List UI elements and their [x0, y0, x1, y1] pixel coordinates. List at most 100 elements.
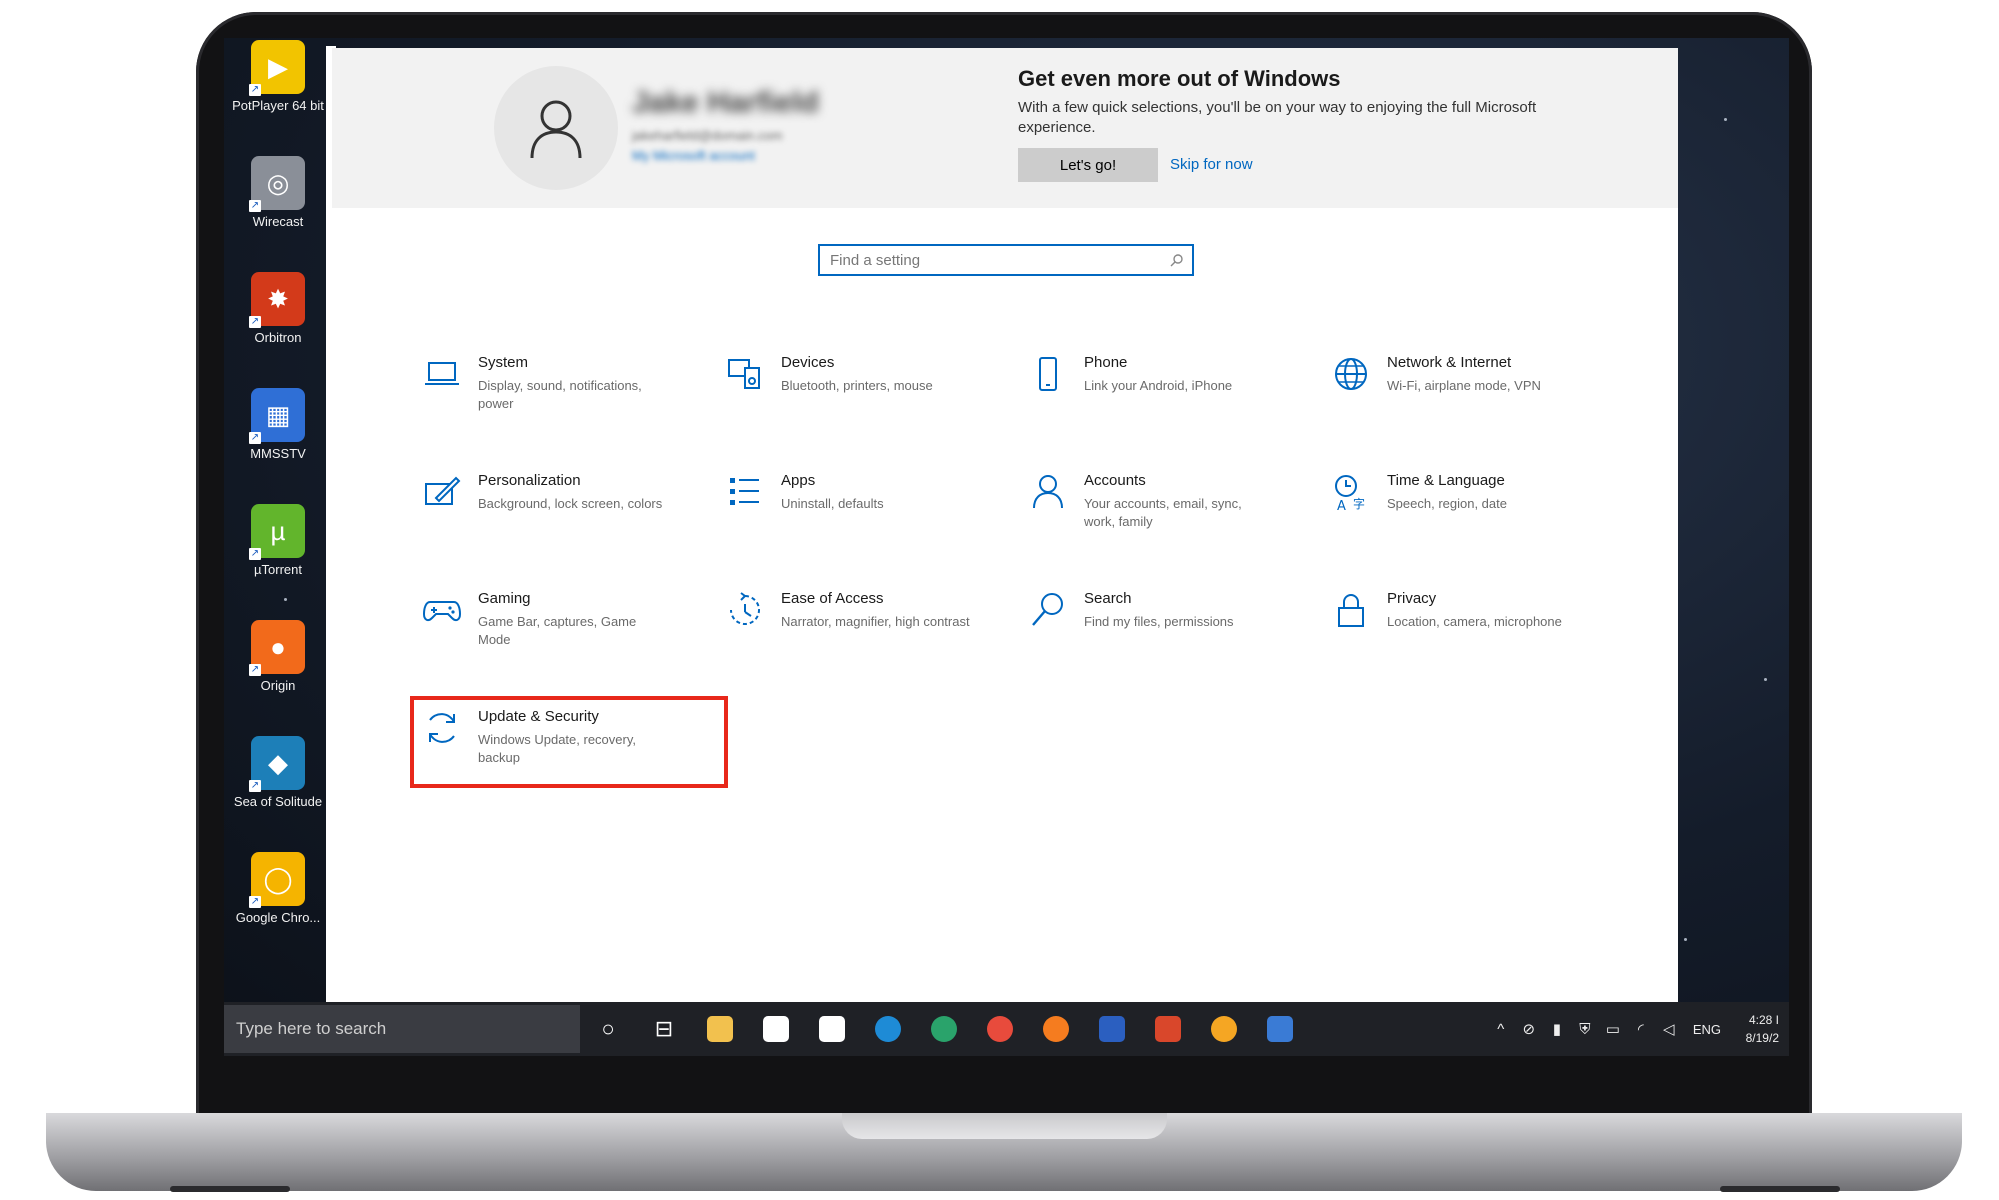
avatar[interactable]	[494, 66, 618, 190]
desktop-icon[interactable]: µ ↗ µTorrent	[228, 504, 328, 578]
desktop-icon[interactable]: ◆ ↗ Sea of Solitude	[228, 736, 328, 810]
search-input[interactable]	[828, 246, 1168, 274]
tile-description: Background, lock screen, colors	[478, 496, 663, 511]
edge-icon[interactable]	[860, 1005, 916, 1053]
wifi-icon[interactable]: ◜	[1627, 1020, 1655, 1038]
globe-icon	[1331, 354, 1371, 394]
desktop-icon[interactable]: ◎ ↗ Wirecast	[228, 156, 328, 230]
tile-description: Speech, region, date	[1387, 496, 1507, 511]
desktop-icon-label: Sea of Solitude	[233, 794, 323, 809]
update-security-highlight	[410, 696, 728, 788]
magnifier-icon	[1028, 590, 1068, 630]
search-icon[interactable]	[1168, 251, 1186, 269]
desktop-screen: ▶ ↗ PotPlayer 64 bit ◎ ↗ Wirecast ✸ ↗ Orbitron ▦ ↗…	[224, 38, 1789, 1056]
settings-tile-accounts[interactable]: Accounts Your accounts, email, sync, work…	[1028, 470, 1328, 560]
desktop-icon[interactable]: ▦ ↗ MMSSTV	[228, 388, 328, 462]
tile-description: Uninstall, defaults	[781, 496, 884, 511]
desktop-icon[interactable]: ▶ ↗ PotPlayer 64 bit	[228, 40, 328, 114]
laptop-foot	[170, 1186, 290, 1192]
settings-tile-privacy[interactable]: Privacy Location, camera, microphone	[1331, 588, 1631, 678]
star	[1764, 678, 1767, 681]
star	[1724, 118, 1727, 121]
person-icon	[530, 100, 582, 159]
settings-tile-search[interactable]: Search Find my files, permissions	[1028, 588, 1328, 678]
settings-tile-gaming[interactable]: Gaming Game Bar, captures, Game Mode	[422, 588, 722, 678]
settings-tile-system[interactable]: System Display, sound, notifications, pow…	[422, 352, 722, 442]
desktop-icon[interactable]: ◯ ↗ Google Chro...	[228, 852, 328, 926]
desktop-icon[interactable]: ● ↗ Origin	[228, 620, 328, 694]
tile-title: Search	[1084, 590, 1132, 607]
gamepad-icon	[422, 590, 462, 630]
person-icon	[1028, 472, 1068, 512]
shortcut-arrow-icon: ↗	[249, 780, 261, 792]
lets-go-button[interactable]: Let's go!	[1018, 148, 1158, 182]
word-icon[interactable]	[1084, 1005, 1140, 1053]
shortcut-arrow-icon: ↗	[249, 84, 261, 96]
taskbar: Type here to search ○ ⊟ ^ ⊘ ▮ ⛨ ▭ ◜ ◁ EN…	[224, 1002, 1789, 1056]
canary-icon[interactable]	[1196, 1005, 1252, 1053]
file-explorer-icon[interactable]	[692, 1005, 748, 1053]
desktop-icon-label: PotPlayer 64 bit	[232, 98, 324, 113]
settings-tile-apps[interactable]: Apps Uninstall, defaults	[725, 470, 1025, 560]
app-icon: ◆ ↗	[249, 736, 305, 792]
clock-time: 4:28 I	[1748, 1013, 1779, 1027]
edge-beta-icon[interactable]	[916, 1005, 972, 1053]
firefox-icon[interactable]	[1028, 1005, 1084, 1053]
store-icon[interactable]	[748, 1005, 804, 1053]
app-icon: µ ↗	[249, 504, 305, 560]
desktop-icon-label: Orbitron	[254, 330, 302, 345]
settings-window: Jake Harfield jakeharfield@domain.com My…	[332, 48, 1678, 1002]
account-name: Jake Harfield	[632, 86, 819, 119]
desktop-icon-label: µTorrent	[254, 562, 302, 577]
settings-tile-ease-of-access[interactable]: Ease of Access Narrator, magnifier, high …	[725, 588, 1025, 678]
settings-tile-network-internet[interactable]: Network & Internet Wi-Fi, airplane mode, …	[1331, 352, 1631, 442]
task-view-icon[interactable]: ⊟	[636, 1005, 692, 1053]
app-icon: ✸ ↗	[249, 272, 305, 328]
devices-icon	[725, 354, 765, 394]
tile-description: Game Bar, captures, Game Mode	[478, 614, 637, 647]
language-indicator[interactable]: ENG	[1693, 1022, 1721, 1037]
ease-of-access-icon	[725, 590, 765, 630]
account-link[interactable]: My Microsoft account	[632, 148, 755, 163]
laptop-notch	[842, 1113, 1167, 1139]
chrome-icon[interactable]	[972, 1005, 1028, 1053]
time-language-icon: A字	[1331, 472, 1371, 514]
microphone-icon[interactable]: ▮	[1543, 1020, 1571, 1038]
mail-icon[interactable]	[804, 1005, 860, 1053]
shortcut-arrow-icon: ↗	[249, 200, 261, 212]
phone-icon	[1028, 354, 1068, 394]
star	[284, 598, 287, 601]
settings-tile-time-language[interactable]: A 字 Time & Language Speech, region, date	[1331, 470, 1631, 560]
clock[interactable]: 4:28 I 8/19/2	[1731, 1011, 1779, 1047]
svg-text:字: 字	[1353, 496, 1365, 511]
find-setting-search[interactable]	[818, 244, 1194, 276]
shortcut-arrow-icon: ↗	[249, 432, 261, 444]
settings-tile-devices[interactable]: Devices Bluetooth, printers, mouse	[725, 352, 1025, 442]
shortcut-arrow-icon: ↗	[249, 316, 261, 328]
settings-tile-phone[interactable]: Phone Link your Android, iPhone	[1028, 352, 1328, 442]
tile-title: Privacy	[1387, 590, 1437, 607]
cortana-icon[interactable]: ○	[580, 1005, 636, 1053]
svg-text:A: A	[1337, 499, 1346, 512]
status-icon[interactable]: ⊘	[1515, 1020, 1543, 1038]
tile-description: Narrator, magnifier, high contrast	[781, 614, 970, 629]
account-banner: Jake Harfield jakeharfield@domain.com My…	[332, 48, 1678, 208]
battery-icon[interactable]: ▭	[1599, 1020, 1627, 1038]
tile-description: Wi-Fi, airplane mode, VPN	[1387, 378, 1541, 393]
tile-description: Display, sound, notifications, power	[478, 378, 642, 411]
tile-description: Your accounts, email, sync, work, family	[1084, 496, 1242, 529]
taskbar-search[interactable]: Type here to search	[224, 1005, 580, 1053]
skip-for-now-link[interactable]: Skip for now	[1170, 156, 1253, 173]
tile-title: Accounts	[1084, 472, 1146, 489]
chevron-up-icon[interactable]: ^	[1487, 1021, 1515, 1038]
settings-tile-personalization[interactable]: Personalization Background, lock screen, …	[422, 470, 722, 560]
speaker-icon[interactable]: ◁	[1655, 1020, 1683, 1038]
tile-title: System	[478, 354, 529, 371]
promo-text: With a few quick selections, you'll be o…	[1018, 99, 1537, 136]
shield-icon[interactable]: ⛨	[1571, 1021, 1599, 1038]
remote-desktop-icon[interactable]	[1252, 1005, 1308, 1053]
app-icon: ◎ ↗	[249, 156, 305, 212]
app-icon: ● ↗	[249, 620, 305, 676]
powerpoint-icon[interactable]	[1140, 1005, 1196, 1053]
desktop-icon[interactable]: ✸ ↗ Orbitron	[228, 272, 328, 346]
